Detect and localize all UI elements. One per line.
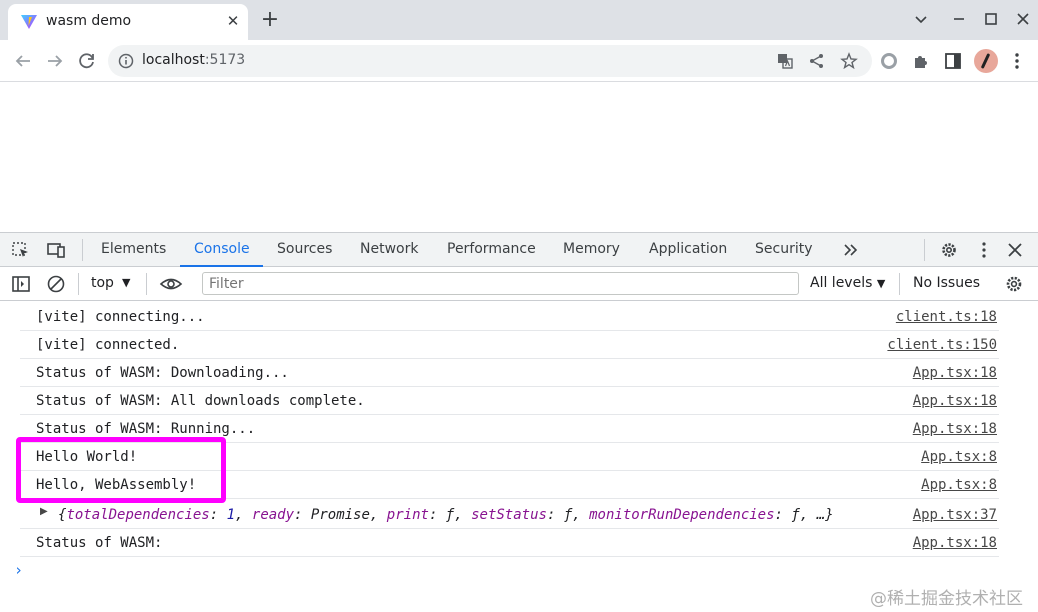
tab-security[interactable]: Security [755, 241, 813, 257]
console-message: Status of WASM: App.tsx:18 [20, 529, 999, 557]
message-text: [vite] connecting... [36, 309, 205, 325]
object-preview[interactable]: {totalDependencies: 1, ready: Promise, p… [58, 507, 834, 523]
side-panel-icon[interactable] [942, 50, 964, 72]
translate-icon[interactable] [776, 52, 794, 70]
devtools-tab-bar: Elements Console Sources Network Perform… [0, 232, 1038, 267]
browser-toolbar: localhost:5173 [0, 40, 1038, 82]
obj-brace: …} [816, 507, 834, 523]
forward-icon[interactable] [44, 50, 66, 72]
extension-circle-icon[interactable] [878, 50, 900, 72]
console-settings-gear-icon[interactable] [1004, 274, 1024, 294]
live-expression-eye-icon[interactable] [159, 274, 183, 294]
message-text: Status of WASM: [36, 535, 163, 551]
obj-key: totalDependencies [66, 507, 210, 523]
show-sidebar-icon[interactable] [11, 274, 31, 294]
tab-strip: wasm demo ✕ + [0, 0, 1038, 40]
close-devtools-icon[interactable] [1005, 241, 1025, 259]
watermark: @稀土掘金技术社区 [870, 589, 1023, 609]
devtools-menu-icon[interactable] [974, 241, 994, 259]
source-link[interactable]: App.tsx:18 [913, 365, 997, 381]
source-link[interactable]: client.ts:150 [887, 337, 997, 353]
extensions-puzzle-icon[interactable] [910, 50, 932, 72]
highlight-annotation [16, 437, 226, 503]
url-text: localhost:5173 [142, 52, 245, 68]
source-link[interactable]: App.tsx:8 [921, 449, 997, 465]
source-link[interactable]: client.ts:18 [896, 309, 997, 325]
message-text: Status of WASM: Running... [36, 421, 256, 437]
obj-key: print [386, 507, 429, 523]
source-link[interactable]: App.tsx:18 [913, 535, 997, 551]
console-message: [vite] connected. client.ts:150 [20, 331, 999, 359]
minimize-icon[interactable] [948, 8, 970, 30]
obj-value: 1 [226, 507, 236, 523]
tab-title: wasm demo [46, 13, 132, 29]
message-text: Status of WASM: Downloading... [36, 365, 289, 381]
message-text: [vite] connected. [36, 337, 180, 353]
divider [924, 239, 925, 261]
source-link[interactable]: App.tsx:18 [913, 393, 997, 409]
more-tabs-chevron-icon[interactable] [841, 241, 861, 259]
browser-window: wasm demo ✕ + localhost:5173 Elements Co… [0, 0, 1038, 612]
reload-icon[interactable] [76, 50, 98, 72]
obj-value: Promise [310, 507, 370, 523]
tab-elements[interactable]: Elements [101, 241, 166, 257]
divider [78, 273, 79, 295]
menu-kebab-icon[interactable] [1006, 50, 1028, 72]
close-window-icon[interactable] [1012, 8, 1034, 30]
new-tab-button[interactable]: + [260, 9, 280, 31]
page-viewport [0, 83, 1038, 232]
filter-input[interactable]: Filter [202, 272, 799, 295]
divider [82, 239, 83, 261]
bookmark-star-icon[interactable] [840, 52, 858, 70]
source-link[interactable]: App.tsx:18 [913, 421, 997, 437]
levels-dropdown-icon: ▼ [876, 277, 886, 290]
url-host: localhost [142, 52, 205, 68]
browser-tab[interactable]: wasm demo ✕ [8, 4, 248, 40]
console-toolbar: top ▼ Filter All levels ▼ No Issues [0, 267, 1038, 301]
clear-console-icon[interactable] [46, 274, 66, 294]
device-toolbar-icon[interactable] [46, 241, 66, 259]
tab-search-icon[interactable] [910, 8, 932, 30]
filter-placeholder: Filter [209, 276, 244, 292]
divider [899, 273, 900, 295]
tab-network[interactable]: Network [360, 241, 418, 257]
message-text: Status of WASM: All downloads complete. [36, 393, 365, 409]
issues-counter[interactable]: No Issues [913, 275, 980, 291]
obj-key: monitorRunDependencies [589, 507, 775, 523]
source-link[interactable]: App.tsx:37 [913, 507, 997, 523]
close-tab-icon[interactable]: ✕ [224, 12, 242, 30]
console-message: Status of WASM: Downloading... App.tsx:1… [20, 359, 999, 387]
vite-icon [21, 15, 37, 29]
inspect-element-icon[interactable] [11, 241, 31, 259]
maximize-icon[interactable] [980, 8, 1002, 30]
settings-gear-icon[interactable] [939, 241, 959, 259]
url-port: :5173 [204, 52, 246, 68]
console-prompt[interactable]: › [14, 561, 23, 579]
tab-sources[interactable]: Sources [277, 241, 332, 257]
context-dropdown-icon[interactable]: ▼ [122, 276, 130, 289]
log-levels-dropdown[interactable]: All levels ▼ [810, 275, 885, 291]
info-icon[interactable] [118, 53, 134, 69]
profile-avatar[interactable] [974, 49, 998, 73]
address-bar[interactable]: localhost:5173 [108, 45, 872, 77]
console-message: [vite] connecting... client.ts:18 [20, 303, 999, 331]
share-icon[interactable] [808, 52, 826, 70]
tab-console[interactable]: Console [194, 241, 250, 257]
log-levels-label: All levels [810, 275, 873, 291]
tab-memory[interactable]: Memory [563, 241, 620, 257]
expand-arrow-icon[interactable]: ▶ [40, 506, 48, 517]
console-message: Status of WASM: All downloads complete. … [20, 387, 999, 415]
obj-value: ƒ [445, 507, 455, 523]
obj-value: ƒ [563, 507, 573, 523]
obj-key: ready [251, 507, 295, 523]
back-icon[interactable] [12, 50, 34, 72]
console-message-object[interactable]: ▶ {totalDependencies: 1, ready: Promise,… [20, 499, 999, 529]
obj-key: setStatus [471, 507, 547, 523]
divider [146, 273, 147, 295]
tab-performance[interactable]: Performance [447, 241, 536, 257]
tab-application[interactable]: Application [649, 241, 727, 257]
source-link[interactable]: App.tsx:8 [921, 477, 997, 493]
obj-value: ƒ [791, 507, 800, 523]
context-selector[interactable]: top [91, 275, 114, 291]
